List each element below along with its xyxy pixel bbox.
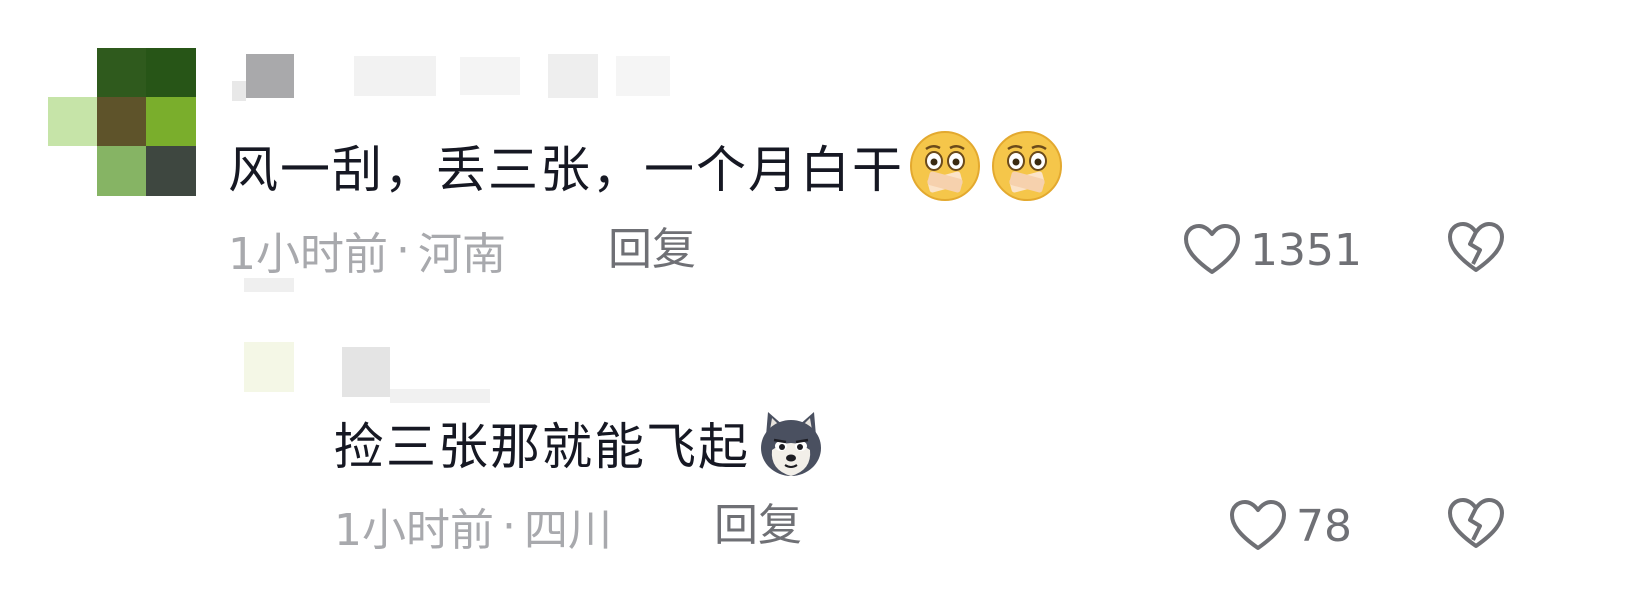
dislike-button[interactable] xyxy=(1446,496,1506,556)
like-count: 78 xyxy=(1296,500,1352,552)
heart-icon xyxy=(1228,498,1288,554)
comment-item: 风一刮，丢三张，一个月白干 1小时前 · 河南 回复 1351 xyxy=(0,0,1645,300)
comment-body: 风一刮，丢三张，一个月白干 xyxy=(228,141,904,199)
comment-meta: 1小时前 · 河南 xyxy=(228,222,506,281)
username[interactable] xyxy=(342,342,490,403)
comment-location: 四川 xyxy=(524,505,612,556)
comment-time: 1小时前 xyxy=(334,505,494,556)
comment-text: 风一刮，丢三张，一个月白干 xyxy=(228,130,1064,202)
username[interactable] xyxy=(232,50,670,102)
dislike-button[interactable] xyxy=(1446,220,1506,280)
avatar[interactable] xyxy=(48,48,196,196)
heart-icon xyxy=(1182,222,1242,278)
like-button[interactable]: 1351 xyxy=(1182,220,1362,280)
comment-text: 捡三张那就能飞起 xyxy=(334,405,828,481)
comment-location: 河南 xyxy=(418,229,506,280)
avatar[interactable] xyxy=(244,342,294,392)
comment-meta: 1小时前 · 四川 xyxy=(334,498,612,557)
reply-button[interactable]: 回复 xyxy=(714,498,802,554)
reply-item: 捡三张那就能飞起 1小时前 · 四川 回复 78 xyxy=(0,300,1645,600)
like-count: 1351 xyxy=(1250,224,1362,276)
broken-heart-icon xyxy=(1446,220,1506,276)
reply-button[interactable]: 回复 xyxy=(608,222,696,278)
comment-body: 捡三张那就能飞起 xyxy=(334,418,750,476)
husky-dog-emoji xyxy=(754,406,828,480)
meta-separator: · xyxy=(396,224,410,276)
broken-heart-icon xyxy=(1446,496,1506,552)
meta-separator: · xyxy=(502,500,516,552)
shocked-face-emoji xyxy=(990,129,1064,203)
comment-time: 1小时前 xyxy=(228,229,388,280)
shocked-face-emoji xyxy=(908,129,982,203)
divider-blur xyxy=(244,278,294,292)
like-button[interactable]: 78 xyxy=(1228,496,1352,556)
